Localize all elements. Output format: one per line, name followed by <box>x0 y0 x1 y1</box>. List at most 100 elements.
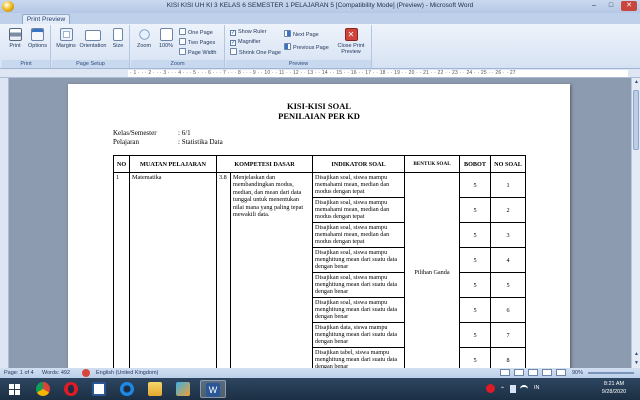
zoom-button[interactable]: Zoom <box>134 28 154 49</box>
cell-no-soal: 4 <box>490 247 526 273</box>
vertical-ruler[interactable] <box>0 78 9 368</box>
previous-page-arrow-icon[interactable]: ▲ <box>632 350 640 359</box>
scroll-up-icon[interactable]: ▲ <box>632 78 640 87</box>
close-preview-label-2: Preview <box>341 49 361 55</box>
taskbar-explorer[interactable] <box>144 380 166 398</box>
full-screen-view-icon[interactable] <box>514 369 524 376</box>
header-bentuk: BENTUK SOAL <box>404 155 460 173</box>
horizontal-ruler[interactable]: · 1 · · · 2 · · · 3 · · · 4 · · · 5 · · … <box>0 69 640 78</box>
page-width-button[interactable]: Page Width <box>179 48 216 57</box>
options-button[interactable]: Options <box>25 28 50 49</box>
margins-icon <box>59 28 73 41</box>
cell-no-soal: 5 <box>490 272 526 298</box>
proofing-icon[interactable] <box>82 369 90 377</box>
previous-page-button[interactable]: Previous Page <box>284 43 329 52</box>
table-body: 1 Matematika 3.8 Menjelaskan dan memband… <box>113 172 526 368</box>
header-no: NO <box>113 155 130 173</box>
tab-print-preview[interactable]: Print Preview <box>22 14 70 24</box>
clock-date: 9/28/2020 <box>601 389 627 395</box>
taskbar-app[interactable] <box>172 380 194 398</box>
orientation-label: Orientation <box>79 43 107 49</box>
shrink-one-page-icon <box>230 48 237 55</box>
maximize-button[interactable]: □ <box>603 1 619 11</box>
page-count[interactable]: Page: 1 of 4 <box>4 368 34 378</box>
document-area: KISI-KISI SOAL PENILAIAN PER KD Kelas/Se… <box>9 78 631 368</box>
opera-icon <box>64 382 78 396</box>
tray-clock[interactable]: 8:21 AM 9/28/2020 <box>594 380 634 396</box>
close-button[interactable]: ✕ <box>621 1 637 11</box>
cell-indikator: Disajikan soal, siswa mampu memahami mea… <box>312 172 405 198</box>
cell-indikator: Disajikan soal, siswa mampu menghitung m… <box>312 247 405 273</box>
tray-opera-icon[interactable] <box>486 384 495 393</box>
document-subtitle: PENILAIAN PER KD <box>278 111 360 121</box>
previous-page-label: Previous Page <box>293 45 329 51</box>
size-button[interactable]: Size <box>109 28 127 49</box>
cell-indikator: Disajikan tabel, siswa mampu menghitung … <box>312 347 405 368</box>
start-button[interactable] <box>4 380 26 398</box>
outline-view-icon[interactable] <box>542 369 552 376</box>
zoom-100-button[interactable]: 100% <box>155 28 177 49</box>
tray-chevron-icon[interactable]: ⌃ <box>500 386 505 393</box>
orientation-button[interactable]: Orientation <box>78 28 108 49</box>
table-header-row: NO MUATAN PELAJARAN KOMPETESI DASAR INDI… <box>113 155 526 173</box>
cell-no-soal: 7 <box>490 322 526 348</box>
one-page-button[interactable]: One Page <box>179 28 213 37</box>
cell-no-soal: 1 <box>490 172 526 198</box>
cell-kd-code: 3.8 <box>216 172 231 368</box>
orientation-icon <box>85 30 101 41</box>
status-bar: Page: 1 of 4 Words: 492 English (United … <box>0 368 640 378</box>
tray-battery-icon[interactable] <box>510 385 516 393</box>
zoom-group: Zoom 100% One Page Two Pages Page Width … <box>131 25 225 68</box>
taskbar-word-document[interactable] <box>88 380 110 398</box>
kelas-label: Kelas/Semester <box>113 129 157 137</box>
zoom-slider[interactable] <box>588 372 634 374</box>
kelas-value: : 6/1 <box>178 129 191 137</box>
cell-bobot: 5 <box>459 222 491 248</box>
pelajaran-line: Pelajaran: Statistika Data <box>113 138 223 146</box>
window-title: KISI KISI UH KI 3 KELAS 6 SEMESTER 1 PEL… <box>166 2 474 9</box>
minimize-button[interactable]: – <box>586 1 602 11</box>
print-button[interactable]: Print <box>5 28 25 49</box>
size-label: Size <box>112 43 124 49</box>
taskbar-ie[interactable] <box>116 380 138 398</box>
cell-bobot: 5 <box>459 172 491 198</box>
magnifier-checkbox[interactable]: ✓ Magnifier <box>230 38 261 47</box>
taskbar-word-active[interactable]: W <box>200 380 226 398</box>
shrink-one-page-button[interactable]: Shrink One Page <box>230 48 281 57</box>
vertical-scrollbar[interactable]: ▲ ▲ ▼ <box>631 78 640 368</box>
shrink-one-page-label: Shrink One Page <box>239 50 281 56</box>
tray-network-icon[interactable] <box>520 385 528 393</box>
chrome-icon <box>36 382 50 396</box>
zoom-icon <box>137 28 151 41</box>
tray-language[interactable]: IN <box>534 385 540 391</box>
taskbar-opera[interactable] <box>60 380 82 398</box>
app-icon <box>176 382 190 396</box>
close-print-preview-button[interactable]: ✕ Close Print Preview <box>334 28 368 55</box>
word-count[interactable]: Words: 492 <box>42 368 70 378</box>
page-width-icon <box>179 48 186 55</box>
title-bar: KISI KISI UH KI 3 KELAS 6 SEMESTER 1 PEL… <box>0 0 640 13</box>
web-layout-view-icon[interactable] <box>528 369 538 376</box>
show-ruler-checkbox[interactable]: ✓ Show Ruler <box>230 28 266 37</box>
size-icon <box>113 28 123 41</box>
options-label: Options <box>28 43 47 49</box>
next-page-arrow-icon[interactable]: ▼ <box>632 359 640 368</box>
taskbar: W ⌃ IN 8:21 AM 9/28/2020 <box>0 378 640 400</box>
two-pages-label: Two Pages <box>188 40 216 46</box>
next-page-button[interactable]: Next Page <box>284 30 319 39</box>
draft-view-icon[interactable] <box>556 369 566 376</box>
zoom-level[interactable]: 90% <box>572 368 583 378</box>
two-pages-button[interactable]: Two Pages <box>179 38 215 47</box>
next-page-icon <box>284 30 291 37</box>
clock-time: 8:21 AM <box>603 381 625 387</box>
margins-button[interactable]: Margins <box>55 28 77 49</box>
cell-indikator: Disajikan soal, siswa mampu memahami mea… <box>312 222 405 248</box>
show-ruler-check-icon: ✓ <box>230 30 236 36</box>
show-ruler-label: Show Ruler <box>238 29 267 35</box>
print-label: Print <box>9 43 21 49</box>
language-indicator[interactable]: English (United Kingdom) <box>96 368 158 378</box>
print-layout-view-icon[interactable] <box>500 369 510 376</box>
scroll-thumb[interactable] <box>633 90 639 150</box>
zoom-group-label: Zoom <box>131 60 224 68</box>
taskbar-chrome[interactable] <box>32 380 54 398</box>
